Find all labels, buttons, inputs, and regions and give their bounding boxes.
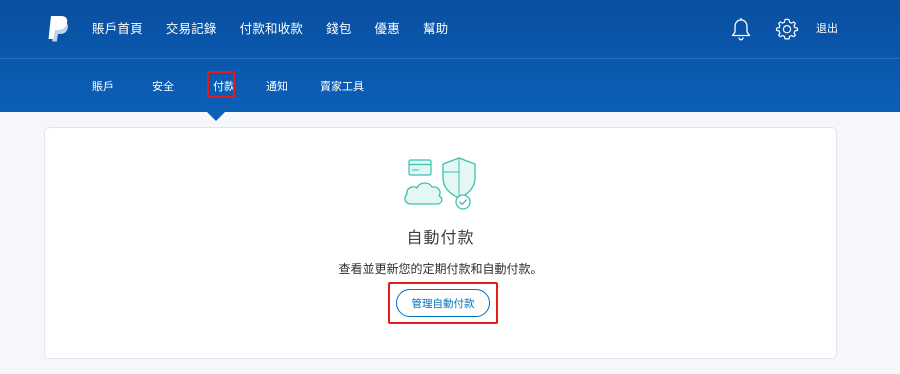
primary-nav: 賬戶首頁 交易記錄 付款和收款 錢包 優惠 幫助: [92, 18, 448, 40]
active-tab-caret: [207, 112, 225, 121]
bell-icon[interactable]: [728, 16, 754, 42]
subnav-payments[interactable]: 付款: [207, 71, 238, 98]
subnav-security[interactable]: 安全: [152, 76, 174, 98]
secondary-nav: 賬戶 安全 付款 通知 賣家工具: [92, 71, 364, 98]
subnav-notifications[interactable]: 通知: [266, 76, 288, 98]
highlight-box: [207, 71, 235, 98]
auto-payments-card: 自動付款 查看並更新您的定期付款和自動付款。 管理自動付款: [44, 127, 837, 359]
gear-icon[interactable]: [774, 16, 800, 42]
header-actions: 退出: [728, 16, 838, 42]
header-divider: [0, 58, 900, 59]
nav-activity[interactable]: 交易記錄: [166, 18, 217, 40]
nav-offers[interactable]: 優惠: [375, 18, 400, 40]
manage-auto-payments-button[interactable]: 管理自動付款: [396, 289, 490, 317]
subnav-account[interactable]: 賬戶: [92, 76, 114, 98]
nav-help[interactable]: 幫助: [423, 18, 448, 40]
paypal-logo-icon[interactable]: [46, 14, 70, 44]
logout-link[interactable]: 退出: [816, 16, 838, 42]
payment-shield-cloud-icon: [404, 157, 476, 210]
subnav-seller-tools[interactable]: 賣家工具: [320, 76, 364, 98]
nav-send-request[interactable]: 付款和收款: [240, 18, 304, 40]
card-title: 自動付款: [406, 228, 475, 247]
highlight-box: 管理自動付款: [388, 282, 498, 324]
nav-wallet[interactable]: 錢包: [326, 18, 351, 40]
nav-account-home[interactable]: 賬戶首頁: [92, 18, 143, 40]
top-navigation-bar: 賬戶首頁 交易記錄 付款和收款 錢包 優惠 幫助 退出 賬戶 安全 付款 通知 …: [0, 0, 900, 112]
card-description: 查看並更新您的定期付款和自動付款。: [338, 262, 543, 276]
